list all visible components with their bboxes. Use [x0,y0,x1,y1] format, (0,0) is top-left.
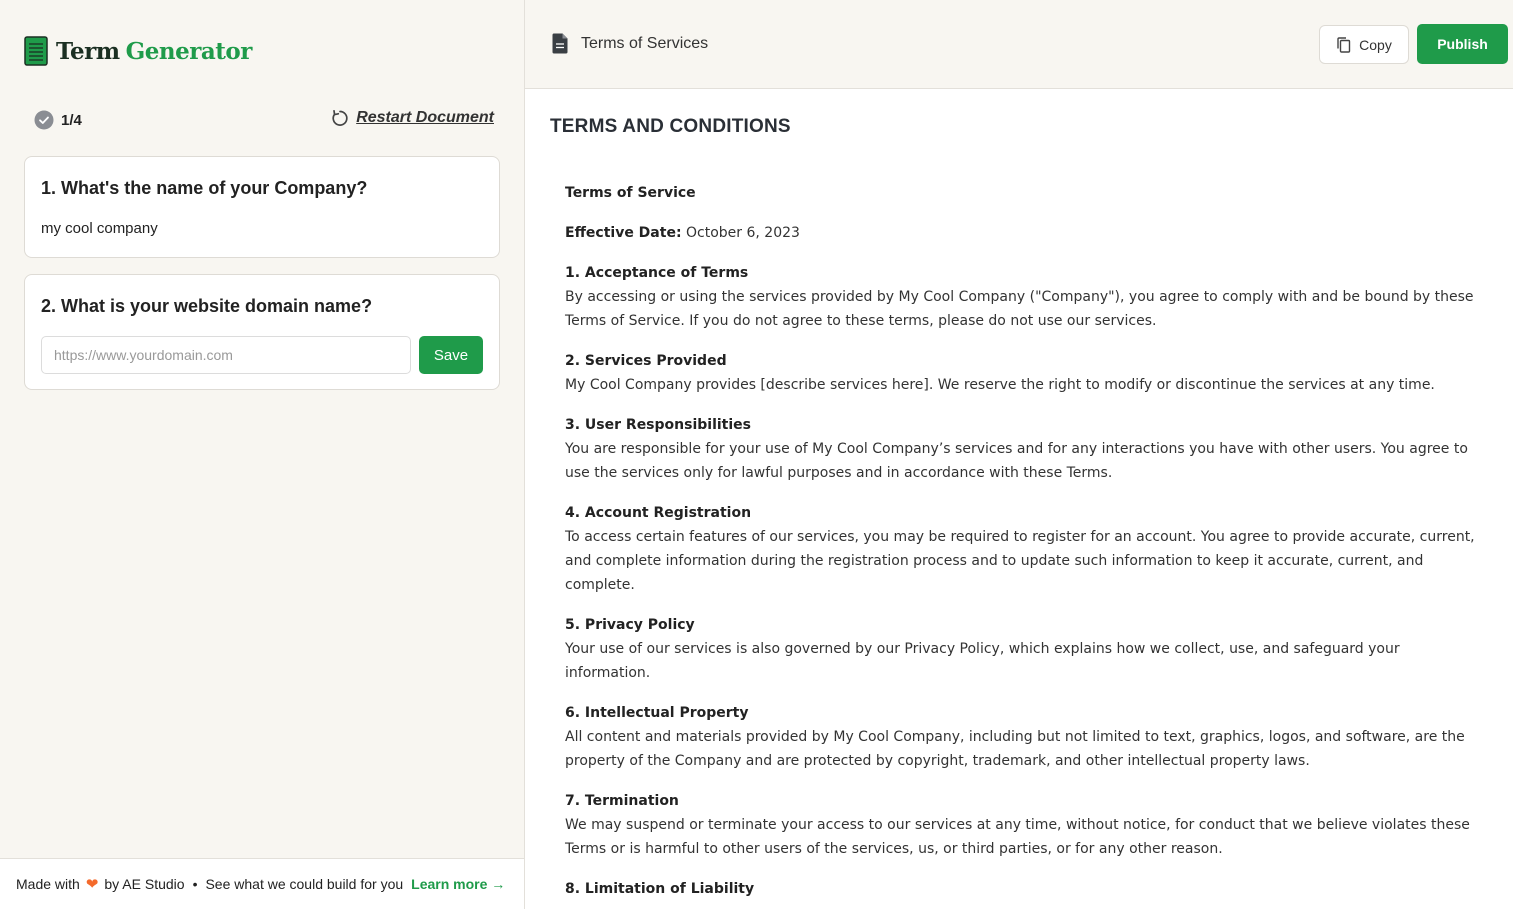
section-text: Your use of our services is also governe… [565,641,1400,681]
effective-date-label: Effective Date: [565,225,682,241]
document-toolbar: Terms of Services Copy Publish [525,0,1513,89]
document-heading: TERMS AND CONDITIONS [550,116,791,137]
save-button[interactable]: Save [419,336,483,374]
section-text: We may suspend or terminate your access … [565,817,1470,857]
publish-button[interactable]: Publish [1417,24,1508,64]
question-title: 1. What's the name of your Company? [41,178,368,198]
copy-label: Copy [1359,36,1392,53]
logo-term: Term [56,37,120,65]
progress-row: 1/4 Restart Document [34,108,494,132]
document-logo-icon [24,36,48,66]
footer-made-with: Made with [16,876,80,892]
document-section: 5. Privacy Policy Your use of our service… [565,613,1475,685]
section-title: 6. Intellectual Property [565,705,749,721]
section-text: To access certain features of our servic… [565,529,1475,593]
heart-icon: ❤ [85,876,99,893]
document-section: 4. Account Registration To access certain… [565,501,1475,597]
question-card-company[interactable]: 1. What's the name of your Company? my c… [24,156,500,258]
effective-date: Effective Date: October 6, 2023 [565,221,1475,245]
footer-separator: • [192,876,198,892]
document-section: 8. Limitation of Liability [565,877,1475,901]
document-section: 1. Acceptance of Terms By accessing or us… [565,261,1475,333]
effective-date-value: October 6, 2023 [681,225,800,241]
document-panel: Terms of Services Copy Publish TERMS AND… [525,0,1513,909]
footer-by: by AE Studio [104,876,185,892]
document-icon [552,33,568,54]
domain-input[interactable] [41,336,411,374]
learn-more-link[interactable]: Learn more → [411,876,505,892]
intro-title-text: Terms of Service [565,185,696,201]
company-name-answer[interactable]: my cool company [41,220,158,237]
section-text: You are responsible for your use of My C… [565,441,1468,481]
check-circle-icon [34,110,54,130]
section-title: 1. Acceptance of Terms [565,265,749,281]
document-section: 7. Termination We may suspend or terminat… [565,789,1475,861]
section-text: My Cool Company provides [describe servi… [565,377,1435,393]
document-section: 6. Intellectual Property All content and … [565,701,1475,773]
section-text: By accessing or using the services provi… [565,289,1474,329]
restart-document-label: Restart Document [356,109,494,126]
sidebar: Term Generator 1/4 Restart Document 1. Wh… [0,0,525,909]
document-tab-title: Terms of Services [581,35,709,52]
copy-button[interactable]: Copy [1319,25,1409,64]
section-text: All content and materials provided by My… [565,729,1465,769]
app-logo[interactable]: Term Generator [24,36,252,66]
section-title: 3. User Responsibilities [565,417,751,433]
footer-pitch: See what we could build for you [205,876,404,892]
section-title: 2. Services Provided [565,353,727,369]
section-title: 4. Account Registration [565,505,752,521]
restart-document-button[interactable]: Restart Document [330,108,494,128]
document-section: 3. User Responsibilities You are responsi… [565,413,1475,485]
document-intro-title: Terms of Service [565,181,1475,205]
section-title: 8. Limitation of Liability [565,881,755,897]
document-section: 2. Services Provided My Cool Company prov… [565,349,1475,397]
restart-icon [332,109,348,126]
step-counter: 1/4 [61,111,82,129]
logo-generator: Generator [125,37,253,65]
section-title: 7. Termination [565,793,679,809]
question-card-domain: 2. What is your website domain name? Sav… [24,274,500,390]
copy-icon [1337,36,1351,53]
logo-text: Term Generator [56,38,252,65]
section-title: 5. Privacy Policy [565,617,695,633]
footer: Made with ❤ by AE Studio • See what we c… [0,858,524,909]
document-body: Terms of Service Effective Date: October… [565,181,1475,909]
question-title: 2. What is your website domain name? [41,296,373,316]
